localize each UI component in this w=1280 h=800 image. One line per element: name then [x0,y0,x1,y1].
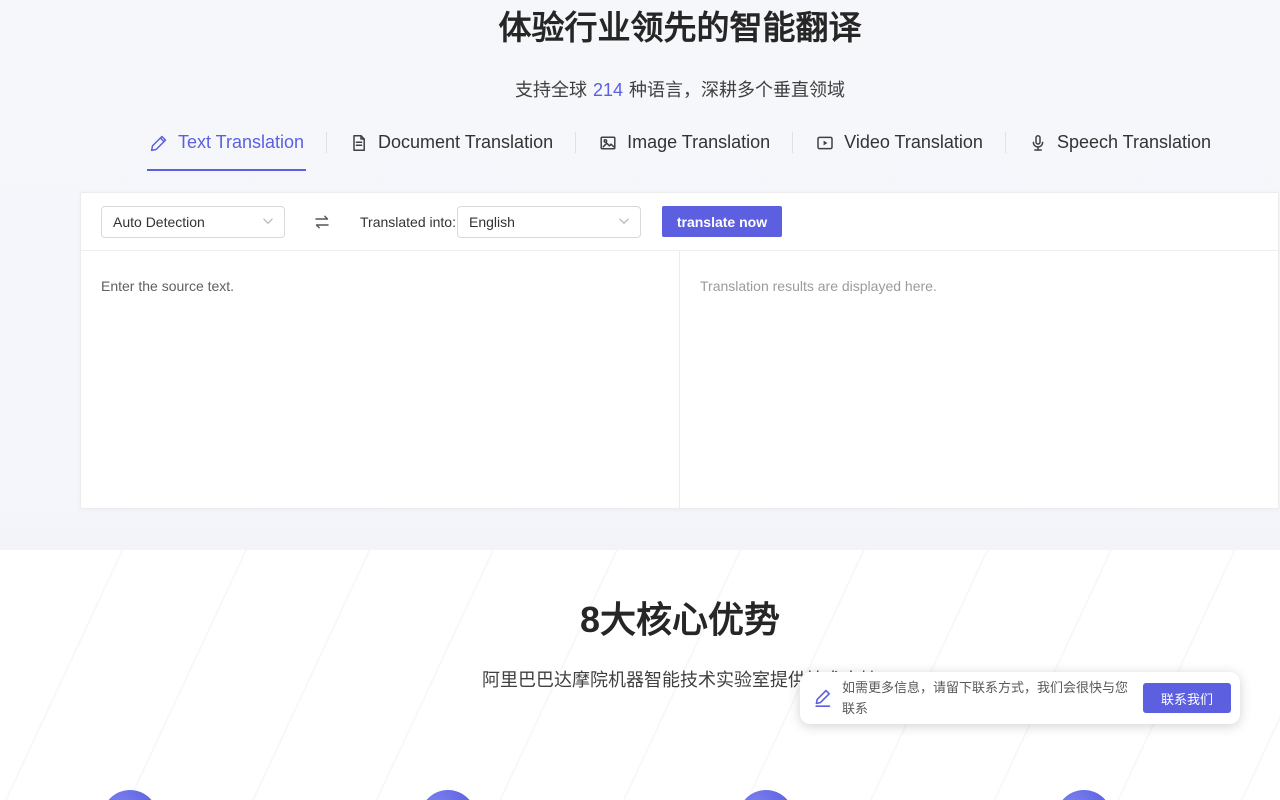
tab-divider [1005,132,1006,153]
contact-us-button[interactable]: 联系我们 [1143,683,1231,713]
tab-label: Document Translation [378,132,553,153]
tab-video-translation[interactable]: Video Translation [813,124,985,171]
contact-widget: 如需更多信息，请留下联系方式，我们会很快与您联系 联系我们 [800,672,1240,724]
tab-image-translation[interactable]: Image Translation [596,124,772,171]
page-title: 体验行业领先的智能翻译 [80,6,1280,50]
tab-divider [575,132,576,153]
tab-label: Video Translation [844,132,983,153]
translation-result-area: Translation results are displayed here. [680,251,1278,508]
target-language-select[interactable]: English [457,206,641,238]
source-text-input[interactable]: Enter the source text. [81,251,680,508]
contact-message: 如需更多信息，请留下联系方式，我们会很快与您联系 [842,677,1140,719]
result-placeholder: Translation results are displayed here. [700,278,937,294]
advantages-title: 8大核心优势 [80,598,1280,642]
language-count: 214 [593,80,623,100]
tab-speech-translation[interactable]: Speech Translation [1026,124,1213,171]
microphone-icon [1028,133,1048,153]
swap-languages-button[interactable] [307,207,337,237]
advantage-icon-circle [420,790,476,800]
source-language-value: Auto Detection [113,214,205,230]
advantage-icon-circle [738,790,794,800]
target-language-value: English [469,214,515,230]
pencil-icon [149,133,169,153]
target-language-label: Translated into: [360,214,456,230]
subtitle-prefix: 支持全球 [515,80,587,100]
source-placeholder: Enter the source text. [101,278,234,294]
translation-landing-page: 体验行业领先的智能翻译 支持全球 214 种语言，深耕多个垂直领域 Text Tra… [0,0,1280,800]
image-icon [598,133,618,153]
advantage-icon-circle [1056,790,1112,800]
tab-divider [792,132,793,153]
pencil-icon [812,687,834,709]
tab-divider [326,132,327,153]
tab-text-translation[interactable]: Text Translation [147,124,306,171]
translator-panel: Auto Detection Translated into: English … [80,192,1279,509]
hero-subtitle: 支持全球 214 种语言，深耕多个垂直领域 [80,76,1280,104]
translation-mode-tabs: Text Translation Document Translation Im… [80,124,1280,171]
translate-now-button[interactable]: translate now [662,206,782,237]
translator-toolbar: Auto Detection Translated into: English … [81,193,1278,251]
advantage-icon-circle [102,790,158,800]
tab-label: Speech Translation [1057,132,1211,153]
document-icon [349,133,369,153]
subtitle-suffix: 种语言，深耕多个垂直领域 [629,80,845,100]
translator-editors: Enter the source text. Translation resul… [81,251,1278,508]
chevron-down-icon [619,218,629,225]
chevron-down-icon [263,218,273,225]
swap-arrows-icon [313,213,331,231]
video-play-icon [815,133,835,153]
source-language-select[interactable]: Auto Detection [101,206,285,238]
hero-section: 体验行业领先的智能翻译 支持全球 214 种语言，深耕多个垂直领域 Text Tra… [0,0,1280,550]
tab-label: Text Translation [178,132,304,153]
tab-document-translation[interactable]: Document Translation [347,124,555,171]
tab-label: Image Translation [627,132,770,153]
